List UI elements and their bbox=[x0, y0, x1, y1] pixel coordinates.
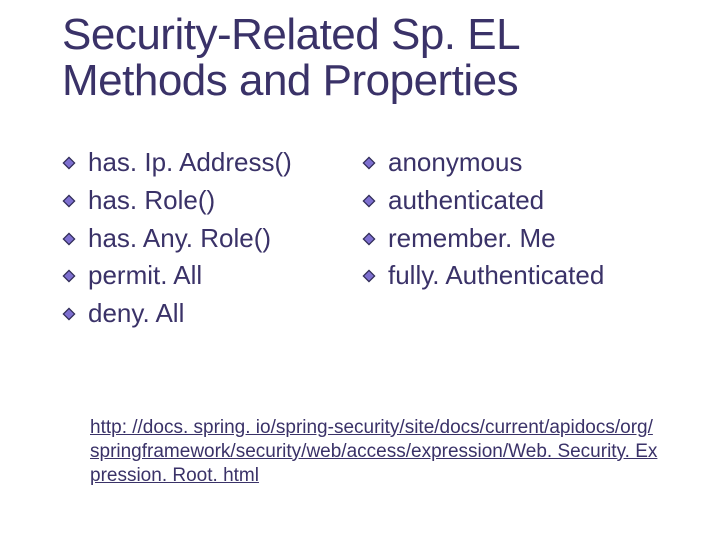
list-item-label: has. Any. Role() bbox=[88, 220, 271, 258]
right-column: anonymous authenticated remember. Me ful… bbox=[362, 144, 682, 332]
diamond-bullet-icon bbox=[62, 232, 76, 246]
list-item-label: permit. All bbox=[88, 257, 202, 295]
slide-title: Security-Related Sp. EL Methods and Prop… bbox=[62, 12, 682, 104]
list-item: fully. Authenticated bbox=[362, 257, 682, 295]
diamond-bullet-icon bbox=[62, 269, 76, 283]
reference-link[interactable]: http: //docs. spring. io/spring-security… bbox=[90, 416, 660, 487]
diamond-bullet-icon bbox=[362, 156, 376, 170]
list-item: deny. All bbox=[62, 295, 362, 333]
diamond-bullet-icon bbox=[362, 269, 376, 283]
diamond-bullet-icon bbox=[62, 307, 76, 321]
diamond-bullet-icon bbox=[62, 156, 76, 170]
diamond-bullet-icon bbox=[62, 194, 76, 208]
list-item: remember. Me bbox=[362, 220, 682, 258]
list-item-label: anonymous bbox=[388, 144, 522, 182]
list-item-label: deny. All bbox=[88, 295, 184, 333]
list-item: authenticated bbox=[362, 182, 682, 220]
list-item: permit. All bbox=[62, 257, 362, 295]
diamond-bullet-icon bbox=[362, 232, 376, 246]
list-item-label: fully. Authenticated bbox=[388, 257, 604, 295]
diamond-bullet-icon bbox=[362, 194, 376, 208]
list-item: has. Ip. Address() bbox=[62, 144, 362, 182]
list-item: has. Any. Role() bbox=[62, 220, 362, 258]
list-item-label: has. Role() bbox=[88, 182, 215, 220]
list-item: anonymous bbox=[362, 144, 682, 182]
list-item-label: has. Ip. Address() bbox=[88, 144, 292, 182]
list-item-label: remember. Me bbox=[388, 220, 556, 258]
content-columns: has. Ip. Address() has. Role() has. Any.… bbox=[62, 144, 720, 332]
left-column: has. Ip. Address() has. Role() has. Any.… bbox=[62, 144, 362, 332]
list-item: has. Role() bbox=[62, 182, 362, 220]
list-item-label: authenticated bbox=[388, 182, 544, 220]
